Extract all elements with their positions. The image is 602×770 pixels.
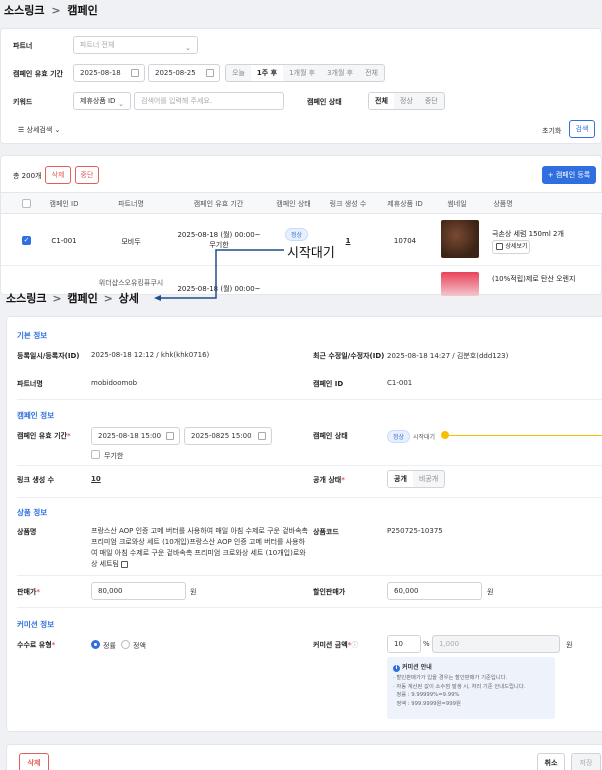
links-count-label: 링크 생성 수	[17, 476, 55, 484]
campaign-period-from-input[interactable]: 2025-08-18 15:00	[91, 427, 180, 445]
campaign-id-label: 캠페인 ID	[313, 380, 344, 388]
reg-label: 등록일시/등록자(ID)	[17, 352, 80, 360]
discount-price-label: 할인판매가	[313, 588, 346, 596]
reg-value: 2025-08-18 12:12 / khk(khk0716)	[91, 351, 210, 359]
external-link-icon[interactable]	[121, 560, 128, 568]
rate-radio-label: 정률	[103, 642, 116, 650]
product-code-value: P250725-10375	[387, 527, 443, 535]
detail-breadcrumb: 소스링크 > 캠페인 > 상세	[6, 292, 139, 305]
commission-info-box: i 커미션 안내 · 할인판매가가 입을 경우는 할인판매가 기준입니다. · …	[387, 657, 555, 719]
save-button[interactable]: 저장	[571, 753, 601, 770]
campaign-period-to-input[interactable]: 2025-0825 15:00	[184, 427, 272, 445]
discount-currency: 원	[487, 588, 494, 596]
info-line: 정률 : 9.99999%=9.99%	[393, 692, 460, 698]
product-name-label: 상품명	[17, 528, 37, 536]
calendar-icon	[258, 432, 266, 440]
footer-action-bar: 삭제 취소 저장	[6, 744, 602, 770]
commission-type-label: 수수료 유형*	[17, 641, 56, 649]
product-info-title: 상품 정보	[17, 508, 48, 517]
divider	[17, 399, 602, 400]
discount-price-input[interactable]: 60,000	[387, 582, 482, 600]
campaign-info-title: 캠페인 정보	[17, 411, 55, 420]
divider	[17, 575, 602, 576]
campaign-id-value: C1-001	[387, 379, 413, 387]
status-marker-line	[449, 434, 602, 436]
breadcrumb-current: 상세	[118, 292, 139, 305]
amount-currency: 원	[566, 641, 573, 649]
commission-info-title: 커미션 정보	[17, 620, 55, 629]
public-status-group: 공개 비공개	[387, 470, 446, 488]
price-label: 판매가*	[17, 588, 40, 596]
product-code-label: 상품코드	[313, 528, 339, 536]
info-line: · 자동 계산된 값이 소수점 발생 시, 처리 기준 안내드립니다.	[393, 683, 526, 690]
campaign-status-badge: 정상	[387, 430, 411, 443]
mod-label: 최근 수정일/수정자(ID)	[313, 352, 385, 360]
calendar-icon	[166, 432, 174, 440]
info-icon: i	[393, 665, 400, 672]
links-count-value[interactable]: 10	[91, 475, 101, 483]
breadcrumb-campaign[interactable]: 캠페인	[67, 292, 97, 305]
campaign-status-label: 캠페인 상태	[313, 432, 348, 440]
delete-campaign-button[interactable]: 삭제	[19, 753, 49, 770]
price-input[interactable]: 80,000	[91, 582, 186, 600]
unlimited-checkbox[interactable]	[91, 450, 100, 459]
fixed-radio-label: 정액	[133, 642, 146, 650]
commission-percent-input[interactable]: 10	[387, 635, 421, 653]
commission-amount-label: 커미션 금액*ⓘ	[313, 641, 359, 649]
partner-name-value: mobidoomob	[91, 379, 138, 387]
help-icon: ⓘ	[351, 641, 359, 649]
divider	[17, 607, 602, 608]
basic-info-title: 기본 정보	[17, 331, 48, 340]
detail-form-panel: 기본 정보 등록일시/등록자(ID) 2025-08-18 12:12 / kh…	[6, 316, 602, 732]
product-name-value: 프랑스산 AOP 인증 고메 버터를 사용하여 매일 아침 수제로 구운 겉바속…	[91, 527, 308, 568]
unlimited-label: 무기한	[104, 452, 124, 460]
commission-amount-input: 1,000	[432, 635, 560, 653]
rate-radio[interactable]	[91, 640, 100, 649]
fixed-radio[interactable]	[121, 640, 130, 649]
partner-name-label: 파트너명	[17, 380, 43, 388]
status-marker-dot	[441, 431, 449, 439]
price-currency: 원	[190, 588, 197, 596]
divider	[17, 497, 602, 498]
breadcrumb-root[interactable]: 소스링크	[6, 292, 46, 305]
public-option[interactable]: 공개	[388, 471, 413, 487]
private-option[interactable]: 비공개	[413, 471, 444, 487]
divider	[17, 465, 602, 466]
public-status-label: 공개 상태*	[313, 476, 345, 484]
campaign-status-sub: 시작대기	[413, 434, 436, 441]
percent-unit: %	[423, 640, 430, 648]
mod-value: 2025-08-18 14:27 / 김분호(ddd123)	[387, 352, 509, 360]
info-line: 정액 : 999.9999원=999원	[393, 700, 461, 707]
info-line: · 할인판매가가 입을 경우는 할인판매가 기준입니다.	[393, 675, 508, 681]
cancel-button[interactable]: 취소	[537, 753, 565, 770]
campaign-period-label: 캠페인 유효 기간*	[17, 432, 71, 440]
